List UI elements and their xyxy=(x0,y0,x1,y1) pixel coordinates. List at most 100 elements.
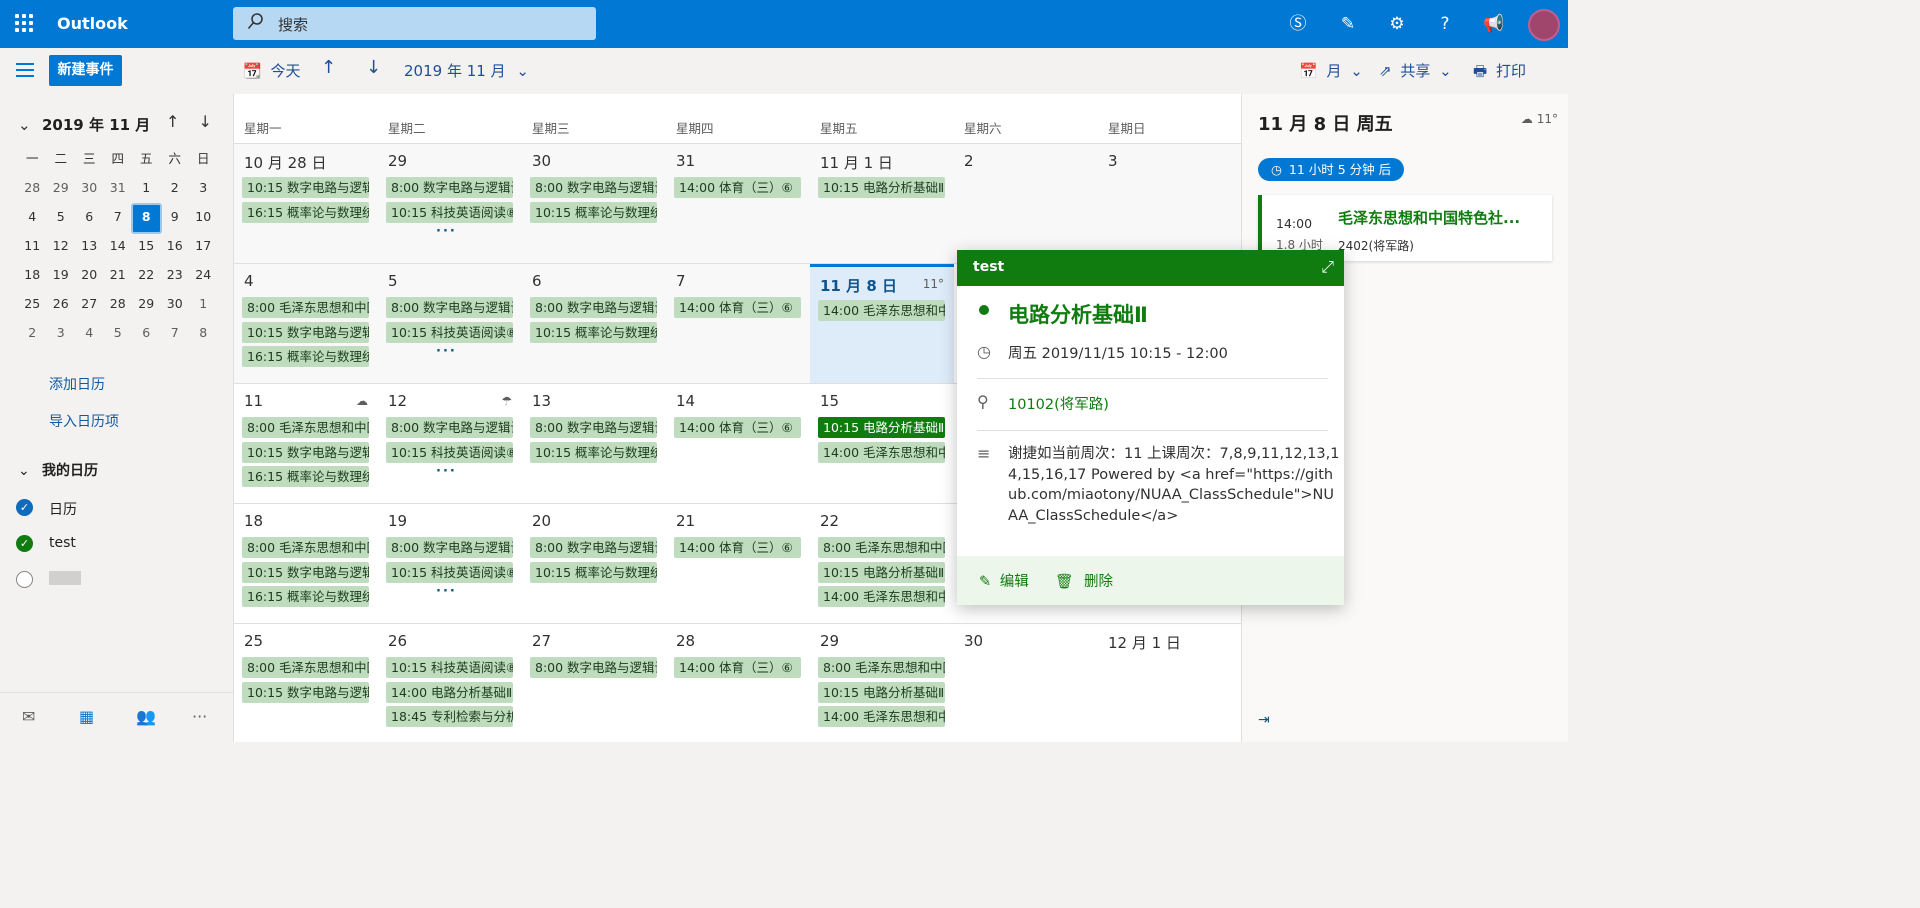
day-cell[interactable]: 25 8:00 毛泽东思想和中国 10:15 数字电路与逻辑 xyxy=(234,624,378,744)
mini-next-arrow-icon[interactable]: ↓ xyxy=(199,112,212,131)
mail-icon[interactable]: ✉ xyxy=(22,707,35,726)
help-icon[interactable]: ? xyxy=(1433,12,1457,36)
calendar-event[interactable]: 8:00 毛泽东思想和中国 xyxy=(818,537,945,558)
day-cell[interactable]: 18 8:00 毛泽东思想和中国 10:15 数字电路与逻辑 16:15 概率论与数理… xyxy=(234,504,378,624)
calendar-event[interactable]: 16:15 概率论与数理统 xyxy=(242,346,369,367)
calendar-event[interactable]: 14:00 电路分析基础Ⅱ xyxy=(386,681,513,703)
calendar-event[interactable]: 10:15 科技英语阅读⑧ xyxy=(386,441,513,463)
mini-day[interactable]: 30 xyxy=(161,291,190,320)
day-cell[interactable]: 31 14:00 体育（三）⑥ xyxy=(666,144,810,264)
more-events-ellipsis-icon[interactable]: ··· xyxy=(436,464,457,479)
day-cell[interactable]: 26 10:15 科技英语阅读⑧ 14:00 电路分析基础Ⅱ 18:45 专利检索与分… xyxy=(378,624,522,744)
day-cell[interactable]: 29 8:00 毛泽东思想和中国 10:15 电路分析基础Ⅱ 14:00 毛泽东思想和… xyxy=(810,624,954,744)
day-cell[interactable]: 27 8:00 数字电路与逻辑设 xyxy=(522,624,666,744)
feedback-megaphone-icon[interactable]: 📢 xyxy=(1482,12,1506,36)
calendar-event[interactable]: 10:15 数字电路与逻辑 xyxy=(242,177,369,198)
mini-day[interactable]: 11 xyxy=(18,233,47,262)
mini-day[interactable]: 4 xyxy=(18,204,47,233)
print-button[interactable]: 🖶 打印 xyxy=(1473,60,1526,86)
calendar-event[interactable]: 10:15 概率论与数理统 xyxy=(530,441,657,463)
calendar-event[interactable]: 14:00 体育（三）⑥ xyxy=(674,177,801,198)
mini-day[interactable]: 4 xyxy=(75,320,104,349)
calendar-event[interactable]: 8:00 数字电路与逻辑设 xyxy=(530,177,657,198)
app-launcher-icon[interactable] xyxy=(15,14,33,32)
calendar-event[interactable]: 8:00 毛泽东思想和中国 xyxy=(818,657,945,678)
calendar-event[interactable]: 10:15 数字电路与逻辑 xyxy=(242,441,369,463)
calendar-event[interactable]: 10:15 电路分析基础Ⅱ xyxy=(818,561,945,583)
mini-calendar-header[interactable]: ⌄ 2019 年 11 月 xyxy=(18,114,150,135)
day-cell[interactable]: 15 10:15 电路分析基础Ⅱ 14:00 毛泽东思想和中 xyxy=(810,384,954,504)
todo-icon[interactable]: ✎ xyxy=(1336,12,1360,36)
expand-pane-icon[interactable]: ⇥ xyxy=(1258,712,1270,728)
calendar-icon[interactable]: ▦ xyxy=(79,707,94,726)
mini-day[interactable]: 16 xyxy=(161,233,190,262)
mini-day[interactable]: 30 xyxy=(75,175,104,204)
delete-button[interactable]: 🗑 删除 xyxy=(1055,570,1113,591)
mini-day[interactable]: 8 xyxy=(189,320,218,349)
mini-previous-arrow-icon[interactable]: ↑ xyxy=(166,112,179,131)
calendar-event[interactable]: 8:00 数字电路与逻辑设 xyxy=(386,177,513,198)
mini-day[interactable]: 3 xyxy=(189,175,218,204)
calendar-event[interactable]: 14:00 体育（三）⑥ xyxy=(674,657,801,678)
mini-day[interactable]: 29 xyxy=(47,175,76,204)
day-cell[interactable]: 12 ☂ 8:00 数字电路与逻辑设 10:15 科技英语阅读⑧ ··· xyxy=(378,384,522,504)
day-cell[interactable]: 7 14:00 体育（三）⑥ xyxy=(666,264,810,384)
day-cell[interactable]: 29 8:00 数字电路与逻辑设 10:15 科技英语阅读⑧ ··· xyxy=(378,144,522,264)
mini-day[interactable]: 17 xyxy=(189,233,218,262)
mini-day[interactable]: 13 xyxy=(75,233,104,262)
day-cell[interactable]: 10 月 28 日 10:15 数字电路与逻辑 16:15 概率论与数理统 xyxy=(234,144,378,264)
mini-day[interactable]: 5 xyxy=(47,204,76,233)
mini-day[interactable]: 1 xyxy=(132,175,161,204)
edit-button[interactable]: ✎ 编辑 xyxy=(979,570,1029,591)
expand-icon[interactable]: ⤢ xyxy=(1321,257,1334,277)
day-cell[interactable]: 6 8:00 数字电路与逻辑设 10:15 概率论与数理统 xyxy=(522,264,666,384)
popup-event-location[interactable]: 10102(将军路) xyxy=(1008,393,1109,414)
mini-day[interactable]: 6 xyxy=(75,204,104,233)
avatar[interactable] xyxy=(1528,9,1560,41)
calendar-event[interactable]: 14:00 体育（三）⑥ xyxy=(674,297,801,318)
day-cell[interactable]: 11 ☁ 8:00 毛泽东思想和中国 10:15 数字电路与逻辑 16:15 概率论与数… xyxy=(234,384,378,504)
mini-day[interactable]: 14 xyxy=(104,233,133,262)
calendar-event[interactable]: 8:00 数字电路与逻辑设 xyxy=(530,537,657,558)
day-cell[interactable]: 14 14:00 体育（三）⑥ xyxy=(666,384,810,504)
mini-day[interactable]: 27 xyxy=(75,291,104,320)
calendar-event[interactable]: 10:15 科技英语阅读⑧ xyxy=(386,201,513,223)
mini-day[interactable]: 2 xyxy=(18,320,47,349)
mini-day[interactable]: 25 xyxy=(18,291,47,320)
mini-day[interactable]: 28 xyxy=(104,291,133,320)
calendar-event[interactable]: 8:00 毛泽东思想和中国 xyxy=(242,657,369,678)
calendar-event[interactable]: 14:00 体育（三）⑥ xyxy=(674,537,801,558)
mini-day[interactable]: 21 xyxy=(104,262,133,291)
day-cell[interactable]: 11 月 1 日 10:15 电路分析基础Ⅱ xyxy=(810,144,954,264)
mini-day[interactable]: 31 xyxy=(104,175,133,204)
mini-day[interactable]: 9 xyxy=(161,204,190,233)
mini-day[interactable]: 20 xyxy=(75,262,104,291)
day-cell[interactable]: 30 xyxy=(954,624,1098,744)
calendar-event[interactable]: 8:00 数字电路与逻辑设 xyxy=(386,417,513,438)
mini-day[interactable]: 3 xyxy=(47,320,76,349)
mini-day[interactable]: 29 xyxy=(132,291,161,320)
calendar-event[interactable]: 8:00 毛泽东思想和中国 xyxy=(242,417,369,438)
settings-gear-icon[interactable]: ⚙ xyxy=(1385,12,1409,36)
mini-day[interactable]: 1 xyxy=(189,291,218,320)
calendar-event[interactable]: 8:00 数字电路与逻辑设 xyxy=(530,657,657,678)
mini-day[interactable]: 2 xyxy=(161,175,190,204)
mini-day[interactable]: 8 xyxy=(131,203,162,234)
calendar-event[interactable]: 16:15 概率论与数理统 xyxy=(242,586,369,607)
mini-day[interactable]: 26 xyxy=(47,291,76,320)
more-events-ellipsis-icon[interactable]: ··· xyxy=(436,584,457,599)
calendar-event[interactable]: 8:00 数字电路与逻辑设 xyxy=(386,297,513,318)
view-switcher[interactable]: 📅 月 ⌄ xyxy=(1299,60,1363,81)
mini-day[interactable]: 12 xyxy=(47,233,76,262)
mini-day[interactable]: 15 xyxy=(132,233,161,262)
more-events-ellipsis-icon[interactable]: ··· xyxy=(436,224,457,239)
month-picker[interactable]: 2019 年 11 月 ⌄ xyxy=(404,60,529,81)
calendar-event[interactable]: 10:15 科技英语阅读⑧ xyxy=(386,561,513,583)
mini-day[interactable]: 28 xyxy=(18,175,47,204)
mini-day[interactable]: 7 xyxy=(161,320,190,349)
calendar-event[interactable]: 14:00 毛泽东思想和中 xyxy=(818,586,945,607)
day-cell[interactable]: 3 xyxy=(1098,144,1242,264)
mini-day[interactable]: 23 xyxy=(161,262,190,291)
calendar-event[interactable]: 10:15 数字电路与逻辑 xyxy=(242,681,369,703)
day-cell[interactable]: 5 8:00 数字电路与逻辑设 10:15 科技英语阅读⑧ ··· xyxy=(378,264,522,384)
